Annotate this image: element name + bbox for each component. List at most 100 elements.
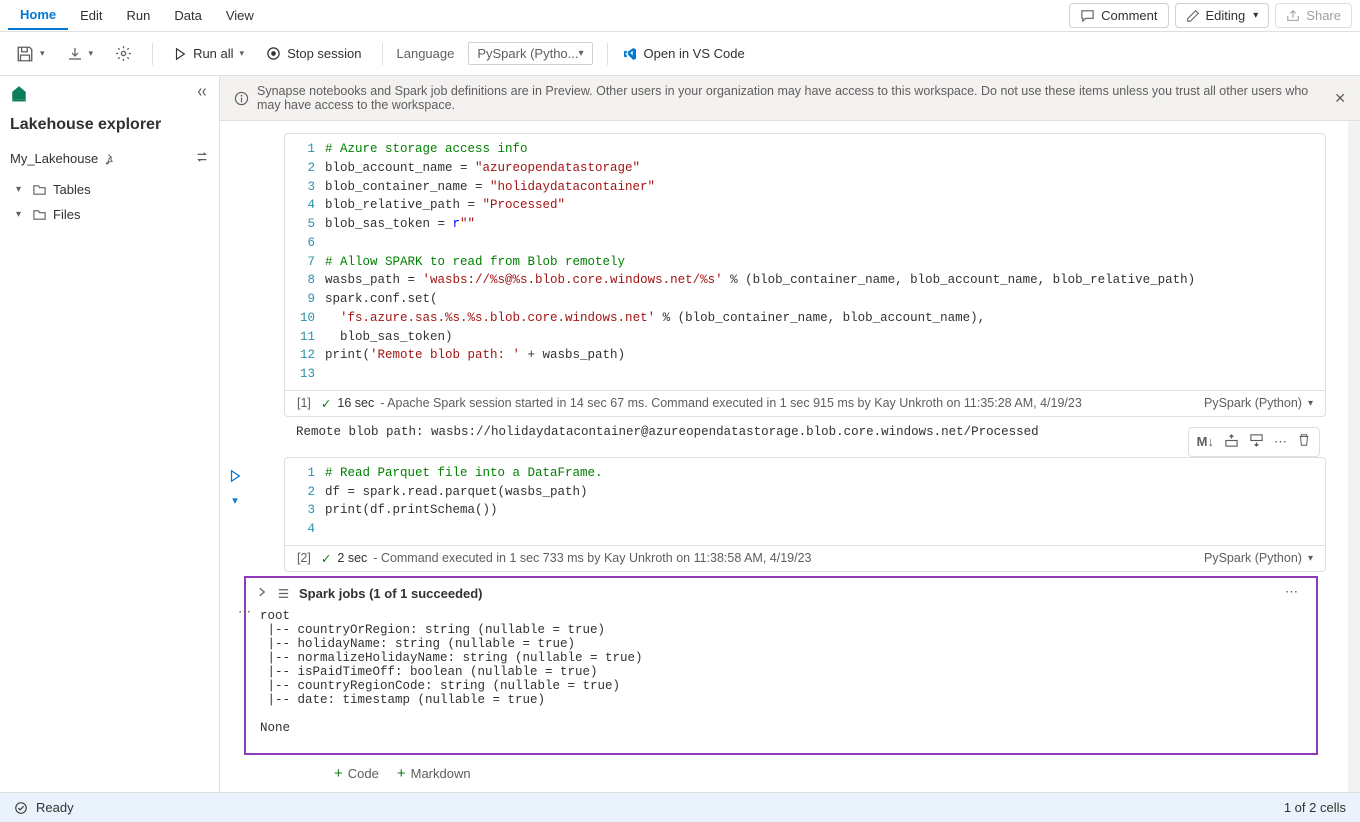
code-text[interactable]: # Read Parquet file into a DataFrame. df… xyxy=(325,464,1325,539)
delete-cell-button[interactable] xyxy=(1297,433,1311,450)
editing-button[interactable]: Editing ▾ xyxy=(1175,3,1270,28)
add-code-button[interactable]: + Code xyxy=(334,765,379,782)
lakehouse-explorer-title: Lakehouse explorer xyxy=(0,110,219,144)
status-ready: Ready xyxy=(36,800,74,815)
kernel-label: PySpark (Python) xyxy=(1204,396,1302,410)
chevron-down-icon: ▾ xyxy=(16,184,26,195)
vscode-icon xyxy=(622,46,638,62)
chevron-down-icon: ▾ xyxy=(1308,398,1313,409)
cell-below-icon xyxy=(1249,433,1264,448)
play-icon xyxy=(173,47,187,61)
language-select[interactable]: PySpark (Pytho... ▾ xyxy=(468,42,592,65)
spark-jobs-output: Spark jobs (1 of 1 succeeded) root |-- c… xyxy=(244,576,1318,755)
share-label: Share xyxy=(1306,8,1341,23)
lakehouse-name[interactable]: My_Lakehouse xyxy=(10,151,98,166)
chevron-down-icon: ▾ xyxy=(16,209,26,220)
code-editor-2[interactable]: 1234 # Read Parquet file into a DataFram… xyxy=(285,458,1325,545)
output-more-left[interactable]: ⋯ xyxy=(238,604,251,620)
code-text[interactable]: # Azure storage access info blob_account… xyxy=(325,140,1325,384)
cell-gutter: ▾ xyxy=(228,469,242,507)
list-icon xyxy=(276,586,291,601)
swap-button[interactable] xyxy=(195,150,209,167)
open-vscode-button[interactable]: Open in VS Code xyxy=(622,46,745,62)
chevron-down-icon: ▾ xyxy=(579,48,584,59)
pencil-icon xyxy=(1186,9,1200,23)
plus-icon: + xyxy=(397,765,406,782)
run-all-button[interactable]: Run all ▾ xyxy=(167,42,250,65)
preview-banner: Synapse notebooks and Spark job definiti… xyxy=(220,76,1360,121)
convert-markdown-button[interactable]: M↓ xyxy=(1197,434,1214,449)
schema-output: root |-- countryOrRegion: string (nullab… xyxy=(256,601,1306,743)
save-icon xyxy=(16,45,34,63)
exec-label: [1] xyxy=(297,396,311,410)
download-button[interactable]: ▾ xyxy=(61,42,100,66)
settings-button[interactable] xyxy=(109,41,138,66)
line-numbers: 1234 xyxy=(285,464,325,539)
tree-files[interactable]: ▾ Files xyxy=(10,202,209,227)
menu-data[interactable]: Data xyxy=(162,2,213,29)
menu-run[interactable]: Run xyxy=(115,2,163,29)
share-button: Share xyxy=(1275,3,1352,28)
comment-label: Comment xyxy=(1101,8,1157,23)
pin-icon[interactable] xyxy=(104,153,116,165)
cells-area[interactable]: 12345678910111213 # Azure storage access… xyxy=(220,121,1360,792)
code-cell-2: M↓ ⋯ ▾ xyxy=(220,457,1348,782)
lakehouse-tree: ▾ Tables ▾ Files xyxy=(0,173,219,231)
banner-close-button[interactable]: ✕ xyxy=(1334,90,1346,107)
tree-tables-label: Tables xyxy=(53,182,91,197)
share-icon xyxy=(1286,9,1300,23)
comment-button[interactable]: Comment xyxy=(1069,3,1168,28)
stop-session-button[interactable]: Stop session xyxy=(260,42,367,65)
cell-output-1: Remote blob path: wasbs://holidaydatacon… xyxy=(284,417,1326,447)
add-cell-row: + Code + Markdown xyxy=(284,759,1326,782)
lakehouse-icon xyxy=(10,84,28,102)
spark-jobs-title: Spark jobs (1 of 1 succeeded) xyxy=(299,586,483,601)
cell-above-icon xyxy=(1224,433,1239,448)
collapse-panel-button[interactable] xyxy=(195,85,209,102)
info-icon xyxy=(234,91,249,106)
cell-toolbar: M↓ ⋯ xyxy=(1188,427,1320,457)
trash-icon xyxy=(1297,433,1311,447)
check-icon: ✓ xyxy=(321,551,331,566)
insert-cell-below-button[interactable] xyxy=(1249,433,1264,451)
status-cells: 1 of 2 cells xyxy=(1284,800,1346,815)
code-cell-1: 12345678910111213 # Azure storage access… xyxy=(220,133,1348,447)
language-label: Language xyxy=(397,46,455,61)
notebook-content: Synapse notebooks and Spark job definiti… xyxy=(220,76,1360,792)
line-numbers: 12345678910111213 xyxy=(285,140,325,384)
editing-label: Editing xyxy=(1206,8,1246,23)
kernel-select[interactable]: PySpark (Python) ▾ xyxy=(1204,396,1313,410)
run-cell-button[interactable] xyxy=(228,469,242,486)
add-code-label: Code xyxy=(348,766,379,781)
ready-icon xyxy=(14,801,28,815)
open-vscode-label: Open in VS Code xyxy=(644,46,745,61)
folder-icon xyxy=(32,182,47,197)
play-icon xyxy=(228,469,242,483)
comment-icon xyxy=(1080,8,1095,23)
status-text: - Command executed in 1 sec 733 ms by Ka… xyxy=(373,551,811,565)
expand-spark-jobs[interactable] xyxy=(256,586,268,601)
menu-home[interactable]: Home xyxy=(8,1,68,30)
menu-view[interactable]: View xyxy=(214,2,266,29)
code-editor-1[interactable]: 12345678910111213 # Azure storage access… xyxy=(285,134,1325,390)
banner-text: Synapse notebooks and Spark job definiti… xyxy=(257,84,1326,112)
output-more-button[interactable]: ⋯ xyxy=(1285,584,1298,600)
kernel-label: PySpark (Python) xyxy=(1204,551,1302,565)
kernel-select[interactable]: PySpark (Python) ▾ xyxy=(1204,551,1313,565)
download-icon xyxy=(67,46,83,62)
run-all-label: Run all xyxy=(193,46,233,61)
run-menu-button[interactable]: ▾ xyxy=(232,494,238,507)
chevron-right-icon xyxy=(256,586,268,598)
cell-status-row: [2] ✓ 2 sec - Command executed in 1 sec … xyxy=(285,545,1325,571)
save-button[interactable]: ▾ xyxy=(10,41,51,67)
tree-tables[interactable]: ▾ Tables xyxy=(10,177,209,202)
more-actions-button[interactable]: ⋯ xyxy=(1274,434,1287,450)
status-time: 16 sec xyxy=(337,396,374,410)
cell-status-row: [1] ✓ 16 sec - Apache Spark session star… xyxy=(285,390,1325,416)
menu-edit[interactable]: Edit xyxy=(68,2,114,29)
chevron-down-icon: ▾ xyxy=(1253,10,1258,21)
add-markdown-button[interactable]: + Markdown xyxy=(397,765,471,782)
insert-cell-above-button[interactable] xyxy=(1224,433,1239,451)
check-icon: ✓ xyxy=(321,396,331,411)
stop-session-label: Stop session xyxy=(287,46,361,61)
